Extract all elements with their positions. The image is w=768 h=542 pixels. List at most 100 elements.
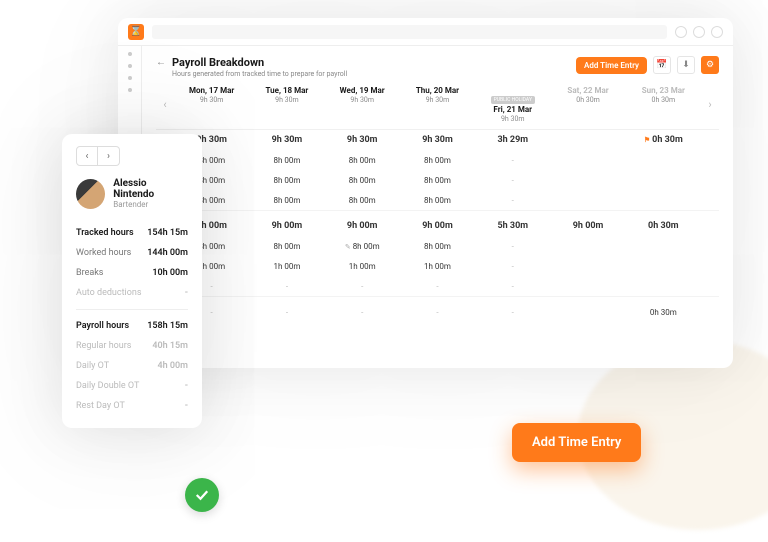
hours-cell: 0h 30m: [626, 304, 701, 321]
hours-cell: 8h 00m: [325, 192, 400, 209]
stat-label: Payroll hours: [76, 321, 129, 331]
table-row: 8h 00m8h 00m✎8h 00m8h 00m-: [156, 236, 719, 256]
settings-button[interactable]: ⚙: [701, 56, 719, 74]
hours-cell: [550, 156, 625, 164]
hours-cell: -: [475, 192, 550, 209]
hours-cell: -: [475, 238, 550, 255]
rail-item[interactable]: [128, 64, 132, 68]
topbar-icon[interactable]: [693, 26, 705, 38]
hours-cell: 8h 00m: [400, 152, 475, 169]
day-total: 9h 30m: [325, 96, 400, 104]
stat-row: Daily OT4h 00m: [76, 356, 188, 376]
hours-cell: 8h 00m: [249, 192, 324, 209]
add-time-entry-button[interactable]: Add Time Entry: [576, 57, 647, 74]
stat-value: -: [185, 401, 188, 411]
hours-cell: ⚑0h 30m: [626, 131, 701, 149]
hours-cell: 8h 00m: [400, 172, 475, 189]
success-check-icon: [185, 478, 219, 512]
hours-cell: -: [400, 304, 475, 321]
stat-label: Regular hours: [76, 341, 131, 351]
stat-value: -: [185, 381, 188, 391]
day-total: 0h 30m: [550, 96, 625, 104]
hours-cell: 9h 30m: [400, 131, 475, 149]
hours-cell: [550, 176, 625, 184]
stat-value: 144h 00m: [147, 248, 188, 258]
day-label: Sat, 22 Mar: [550, 86, 625, 95]
rail-item[interactable]: [128, 76, 132, 80]
employee-card: ‹ › Alessio Nintendo Bartender Tracked h…: [62, 134, 202, 428]
next-employee-button[interactable]: ›: [98, 146, 120, 166]
rail-item[interactable]: [128, 88, 132, 92]
prev-week-button[interactable]: ‹: [156, 98, 174, 111]
hours-cell: 1h 00m: [400, 258, 475, 275]
hours-cell: [626, 196, 701, 204]
table-row: -----: [156, 276, 719, 296]
day-total: 9h 30m: [400, 96, 475, 104]
day-label: Fri, 21 Mar: [475, 105, 550, 114]
stat-value: 4h 00m: [157, 361, 188, 371]
table-row: -----0h 30m: [156, 302, 719, 322]
search-input[interactable]: [152, 25, 667, 39]
stat-label: Auto deductions: [76, 288, 141, 298]
hours-cell: 8h 00m: [325, 152, 400, 169]
day-column: PUBLIC HOLIDAYFri, 21 Mar9h 30m: [475, 86, 550, 123]
stat-label: Tracked hours: [76, 228, 134, 238]
stat-row: Breaks10h 00m: [76, 263, 188, 283]
hours-cell: [626, 242, 701, 250]
topbar-icon[interactable]: [675, 26, 687, 38]
day-total: 9h 30m: [174, 96, 249, 104]
hours-cell: [550, 308, 625, 316]
stat-label: Rest Day OT: [76, 401, 125, 411]
flag-icon: ⚑: [644, 136, 650, 144]
day-label: Sun, 23 Mar: [626, 86, 701, 95]
download-button[interactable]: ⬇: [677, 56, 695, 74]
prev-employee-button[interactable]: ‹: [76, 146, 98, 166]
hours-cell: -: [475, 304, 550, 321]
add-time-entry-floating-button[interactable]: Add Time Entry: [512, 423, 641, 462]
payroll-app: ⌛ ← Payroll Breakdown Hours generated fr…: [118, 18, 733, 368]
employee-name: Alessio Nintendo: [113, 178, 188, 200]
hours-cell: -: [475, 258, 550, 275]
rail-item[interactable]: [128, 52, 132, 56]
day-total: 0h 30m: [626, 96, 701, 104]
day-label: Mon, 17 Mar: [174, 86, 249, 95]
hours-cell: [550, 196, 625, 204]
day-total: 9h 30m: [475, 115, 550, 123]
hours-cell: [626, 176, 701, 184]
stat-label: Worked hours: [76, 248, 131, 258]
stat-row: Regular hours40h 15m: [76, 336, 188, 356]
avatar: [76, 179, 105, 209]
hours-cell: 8h 00m: [249, 152, 324, 169]
stat-value: 10h 00m: [152, 268, 188, 278]
table-row: 8h 00m8h 00m8h 00m8h 00m-: [156, 190, 719, 210]
day-column: Mon, 17 Mar9h 30m: [174, 86, 249, 123]
back-arrow-icon[interactable]: ←: [156, 57, 166, 68]
stat-row: Daily Double OT-: [76, 376, 188, 396]
hours-cell: [550, 262, 625, 270]
day-headers: ‹ Mon, 17 Mar9h 30mTue, 18 Mar9h 30mWed,…: [156, 86, 719, 123]
day-column: Sat, 22 Mar0h 30m: [550, 86, 625, 123]
hours-cell: [550, 136, 625, 144]
hours-cell: -: [249, 278, 324, 295]
hours-cell: 8h 00m: [400, 238, 475, 255]
stat-row: Worked hours 144h 00m: [76, 243, 188, 263]
edit-icon[interactable]: ✎: [345, 243, 351, 251]
calendar-button[interactable]: 📅: [653, 56, 671, 74]
hours-cell: [550, 282, 625, 290]
topbar-icon[interactable]: [711, 26, 723, 38]
day-column: Thu, 20 Mar9h 30m: [400, 86, 475, 123]
day-column: Sun, 23 Mar0h 30m: [626, 86, 701, 123]
hours-cell: -: [325, 304, 400, 321]
hours-cell: 8h 00m: [325, 172, 400, 189]
hours-cell: [626, 156, 701, 164]
next-week-button[interactable]: ›: [701, 98, 719, 111]
hours-cell: [626, 282, 701, 290]
day-column: Tue, 18 Mar9h 30m: [249, 86, 324, 123]
table-row: 1h 00m1h 00m1h 00m1h 00m-: [156, 256, 719, 276]
hours-cell: 5h 30m: [475, 217, 550, 235]
hours-grid: 9h 30m9h 30m9h 30m9h 30m3h 29m⚑0h 30m8h …: [156, 129, 719, 368]
employee-role: Bartender: [113, 200, 188, 209]
hours-cell: 9h 30m: [249, 131, 324, 149]
stat-value: -: [185, 288, 188, 298]
page-subtitle: Hours generated from tracked time to pre…: [172, 70, 347, 78]
